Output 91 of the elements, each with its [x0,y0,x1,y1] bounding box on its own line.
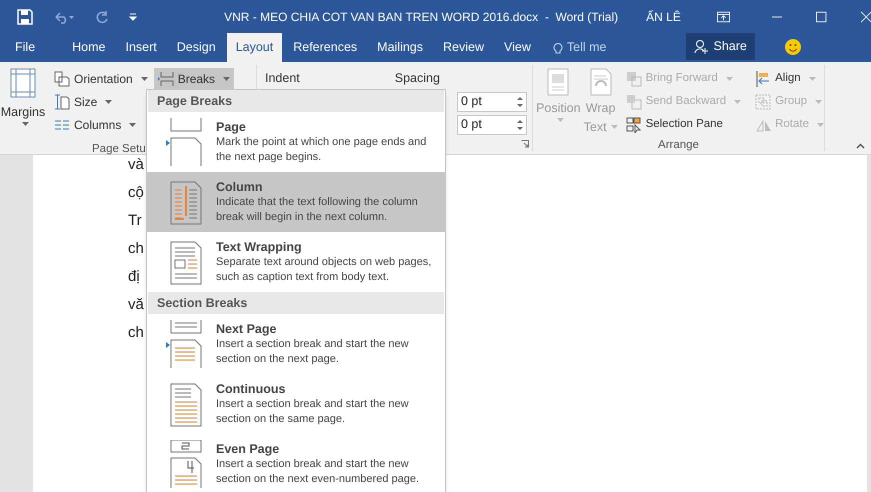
undo-icon[interactable] [53,10,75,24]
menu-section-heading: Page Breaks [148,90,444,112]
menu-item-description: Mark the point at which one page ends and the next page begins. [216,135,428,165]
ribbon-tab[interactable]: Mailings [368,33,432,62]
spacing-before-field[interactable]: 0 pt [457,92,527,112]
menu-item-description: Indicate that the text following the column break will begin in the next column. [216,195,419,225]
dropdown-caret-icon [22,122,28,126]
spinner-arrows-icon [517,118,523,131]
customize-toolbar-icon[interactable] [129,12,137,20]
maximize-icon[interactable] [816,10,827,22]
ribbon-command[interactable]: Align [755,68,824,90]
share-button[interactable]: Share [686,33,755,60]
document-text: vă [128,296,144,314]
dropdown-caret-icon [726,77,733,81]
document-text: đị [128,268,140,286]
dropdown-caret-icon [817,123,824,127]
dropdown-caret-icon [610,125,618,130]
size-icon [54,94,70,110]
menu-item-title: Continuous [216,381,286,397]
orientation-button[interactable]: Orientation [50,68,152,90]
group-label: Arrange [658,138,699,152]
dropdown-caret-icon [223,77,230,81]
group-icon [755,94,772,110]
spacing-after-field[interactable]: 0 pt [457,114,527,135]
dropdown-caret-icon [556,118,564,122]
menu-item[interactable]: Column Indicate that the text following the column break will begin in the next column. [147,172,445,232]
save-icon[interactable] [17,8,33,24]
menu-item-title: Column [216,179,264,195]
menu-item-description: Insert a section break and start the new section on the same page. [216,397,410,427]
indent-label: Indent [265,70,300,87]
dropdown-caret-icon [808,77,816,81]
group-label: Page Setu [92,143,146,155]
ribbon-tab[interactable]: View [495,33,540,62]
ribbon-tab[interactable]: Home [63,33,114,62]
wrap-text-icon [590,68,612,96]
menu-item-description: Insert a section break and start the new section on the next even-numbered page. [216,457,420,487]
window-title: VNR - MEO CHIA COT VAN BAN TREN WORD 2016.docx - Word (Trial) [224,8,618,26]
dropdown-caret-icon [815,100,822,104]
menu-item[interactable]: Continuous Insert a section break and start the new section on the same page. [147,374,445,434]
align-icon [755,71,772,87]
smiley-icon[interactable] [784,39,801,55]
dropdown-caret-icon [734,100,742,104]
document-text: ch [128,324,144,342]
ribbon-tab[interactable]: Layout [226,33,282,62]
document-text: ch [128,240,144,258]
menu-item-description: Insert a section break and start the new section on the next page. [216,337,410,367]
breaks-icon [158,71,174,87]
menu-item-description: Separate text around objects on web pages, such as caption text from body text. [216,255,432,285]
menu-item[interactable]: Text Wrapping Separate text around objects on web pages, such as caption text from body text. [147,232,445,292]
collapse-ribbon-icon[interactable] [856,143,865,149]
redo-icon[interactable] [95,10,109,24]
minimize-icon[interactable] [772,16,782,18]
ribbon-tab[interactable]: Review [434,33,494,62]
position-icon [547,68,570,96]
margins-button[interactable]: Margins [0,65,46,136]
menu-item[interactable]: Next Page Insert a section break and start the new section on the next page. [147,314,445,374]
tell-me-field[interactable]: Tell me [552,33,606,62]
dialog-launcher-icon[interactable] [521,140,529,148]
dropdown-caret-icon [129,123,136,127]
ribbon-tab[interactable]: Design [168,33,225,62]
spinner-arrows-icon [517,96,523,108]
close-icon[interactable] [860,10,871,22]
send-backward-icon [626,94,642,110]
person-add-icon [694,39,710,54]
bring-forward-icon [626,71,642,87]
next-break-icon [166,320,202,368]
document-text: và [128,156,144,174]
ribbon-command[interactable]: Selection Pane [626,114,742,136]
orientation-icon [54,71,70,87]
user-name[interactable]: ẤN LÊ [646,8,681,26]
ribbon-tab[interactable]: References [284,33,366,62]
menu-item-title: Text Wrapping [216,239,303,255]
menu-item-title: Even Page [216,441,280,457]
menu-section-heading: Section Breaks [148,292,444,314]
dropdown-caret-icon [140,77,148,81]
ribbon-display-options-icon[interactable] [716,10,730,22]
document-text: cộ [128,184,144,202]
menu-item-title: Next Page [216,321,278,337]
lightbulb-icon [552,40,563,54]
ribbon-tab[interactable]: File [6,33,44,62]
dropdown-caret-icon [105,100,112,104]
breaks-button[interactable]: Breaks [154,68,234,90]
menu-item[interactable]: Even Page Insert a section break and start the new section on the next even-numbered page. [147,434,445,492]
margins-icon [10,68,36,98]
document-text: Tr [128,212,142,230]
rotate-icon [755,117,772,133]
selection-pane-icon [626,117,642,133]
ribbon-tab[interactable]: Insert [116,33,166,62]
page-break-icon [166,118,202,166]
spacing-label: Spacing [394,70,440,87]
menu-item-title: Page [216,119,247,135]
